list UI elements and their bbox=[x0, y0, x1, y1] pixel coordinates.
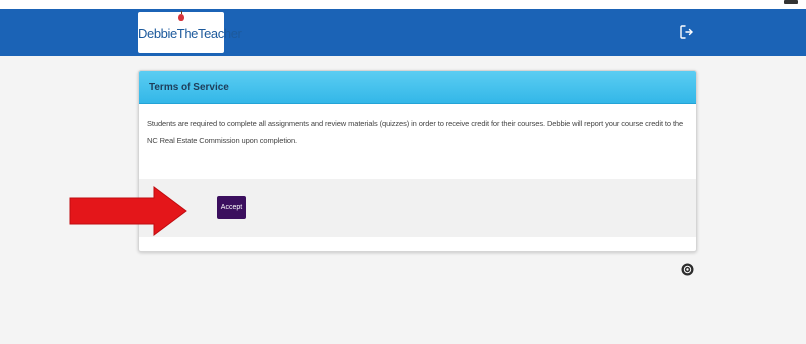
navbar: DebbieTheTeacher bbox=[0, 9, 806, 56]
accept-button[interactable]: Accept bbox=[217, 196, 246, 219]
logo-text-theteacher: TheTeacher bbox=[176, 26, 242, 41]
terms-text: Students are required to complete all as… bbox=[147, 119, 684, 145]
card-title: Terms of Service bbox=[139, 71, 696, 104]
site-logo[interactable]: DebbieTheTeacher bbox=[138, 11, 242, 53]
page: DebbieTheTeacher Terms of Service Studen… bbox=[0, 0, 806, 344]
apple-icon bbox=[178, 11, 184, 21]
terms-of-service-card: Terms of Service Students are required t… bbox=[138, 70, 697, 252]
browser-top-strip bbox=[0, 0, 806, 9]
help-circle-icon[interactable] bbox=[681, 263, 694, 276]
sign-out-icon[interactable] bbox=[678, 23, 696, 41]
logo-text: DebbieTheTeacher bbox=[138, 26, 242, 41]
top-strip-mark bbox=[784, 0, 798, 4]
card-footer: Accept bbox=[139, 179, 696, 237]
logo-text-debbie: Debbie bbox=[138, 26, 177, 41]
red-arrow-icon bbox=[69, 186, 187, 236]
